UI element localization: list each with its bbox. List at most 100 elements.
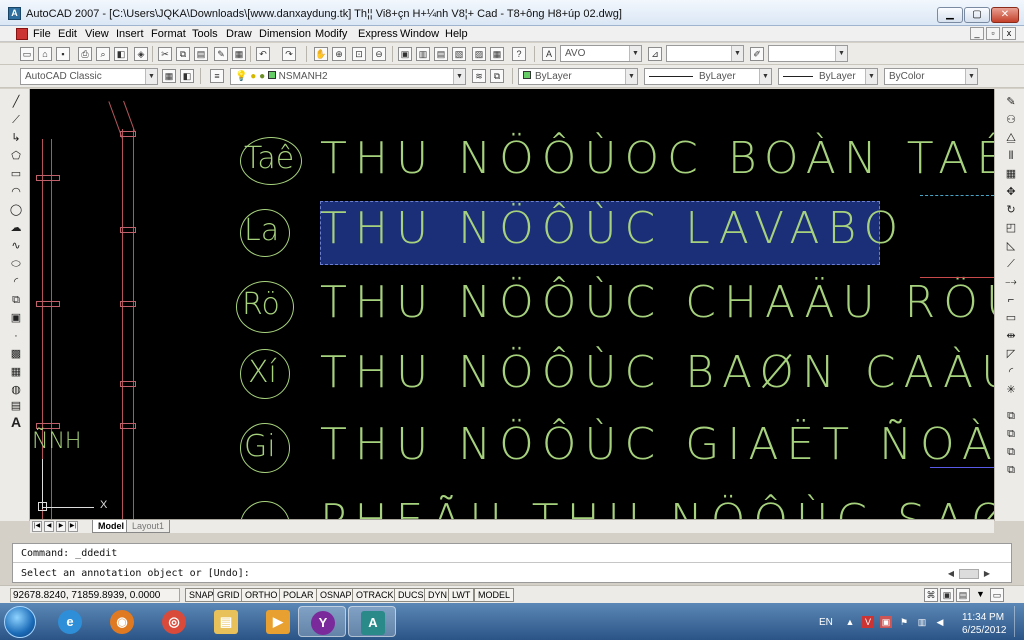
menu-window[interactable]: Window bbox=[400, 28, 439, 40]
menu-tools[interactable]: Tools bbox=[192, 28, 218, 40]
table-icon[interactable]: ▤ bbox=[9, 399, 23, 413]
revision-cloud-icon[interactable]: ☁ bbox=[9, 221, 23, 235]
plot-style-select[interactable]: ByColor ▼ bbox=[884, 68, 978, 85]
coordinates-readout[interactable]: 92678.8240, 71859.8939, 0.0000 bbox=[10, 588, 180, 602]
bring-above-icon[interactable]: ⧉ bbox=[1004, 463, 1018, 477]
dimension-style-icon[interactable]: ⊿ bbox=[648, 47, 662, 61]
next-tab-icon[interactable]: ▶ bbox=[56, 521, 66, 532]
fillet-icon[interactable]: ◜ bbox=[1004, 365, 1018, 379]
block-editor-icon[interactable]: ▦ bbox=[232, 47, 246, 61]
autocad-app-icon[interactable]: A bbox=[8, 7, 21, 20]
sheet-set-icon[interactable]: ▧ bbox=[452, 47, 466, 61]
rectangle-icon[interactable]: ▭ bbox=[9, 167, 23, 181]
dyn-toggle[interactable]: DYN bbox=[424, 588, 452, 602]
plot-icon[interactable]: ⎙ bbox=[78, 47, 92, 61]
menu-file[interactable]: File bbox=[33, 28, 51, 40]
new-icon[interactable]: ▭ bbox=[20, 47, 34, 61]
clean-screen-icon[interactable]: ▭ bbox=[990, 588, 1004, 602]
status-menu-icon[interactable]: ▼ bbox=[976, 589, 985, 599]
text-style-select[interactable]: AVO ▼ bbox=[560, 45, 642, 62]
scroll-right-icon[interactable]: ▶ bbox=[981, 568, 993, 580]
polyline-icon[interactable]: ↳ bbox=[9, 131, 23, 145]
tab-layout1[interactable]: Layout1 bbox=[126, 520, 171, 533]
layer-manager-icon[interactable]: ≡ bbox=[210, 69, 224, 83]
action-center-icon[interactable]: ⚑ bbox=[898, 616, 910, 628]
trim-icon[interactable]: ⟋ bbox=[1004, 257, 1018, 271]
rotate-icon[interactable]: ↻ bbox=[1004, 203, 1018, 217]
line-icon[interactable]: ╱ bbox=[9, 95, 23, 109]
spline-icon[interactable]: ∿ bbox=[9, 239, 23, 253]
menu-express[interactable]: Express bbox=[358, 28, 398, 40]
zoom-previous-icon[interactable]: ⊖ bbox=[372, 47, 386, 61]
polygon-icon[interactable]: ⬠ bbox=[9, 149, 23, 163]
start-button[interactable] bbox=[4, 606, 36, 638]
scale-icon[interactable]: ◰ bbox=[1004, 221, 1018, 235]
arc-icon[interactable]: ◠ bbox=[9, 185, 23, 199]
clock-time[interactable]: 11:34 PM bbox=[962, 612, 1004, 623]
bring-front-icon[interactable]: ⧉ bbox=[1004, 427, 1018, 441]
command-prompt-line[interactable]: Select an annotation object or [Undo]: bbox=[21, 568, 250, 579]
menu-draw[interactable]: Draw bbox=[226, 28, 252, 40]
stretch-icon[interactable]: ◺ bbox=[1004, 239, 1018, 253]
taskbar-yahoo-messenger[interactable]: Y bbox=[298, 606, 346, 637]
array-icon[interactable]: ▦ bbox=[1004, 167, 1018, 181]
first-tab-icon[interactable]: |◀ bbox=[32, 521, 42, 532]
explode-icon[interactable]: ✳ bbox=[1004, 383, 1018, 397]
color-select[interactable]: ByLayer ▼ bbox=[518, 68, 638, 85]
taskbar-firefox[interactable]: ◉ bbox=[98, 606, 146, 637]
doc-minimize-icon[interactable]: _ bbox=[970, 27, 984, 40]
scroll-left-icon[interactable]: ◀ bbox=[945, 568, 957, 580]
osnap-toggle[interactable]: OSNAP bbox=[316, 588, 356, 602]
communication-center-icon[interactable]: ⌘ bbox=[924, 588, 938, 602]
region-icon[interactable]: ◍ bbox=[9, 383, 23, 397]
markup-icon[interactable]: ▨ bbox=[472, 47, 486, 61]
save-icon[interactable]: ▪ bbox=[56, 47, 70, 61]
mirror-icon[interactable]: ⧋ bbox=[1004, 131, 1018, 145]
paste-icon[interactable]: ▤ bbox=[194, 47, 208, 61]
taskbar-explorer[interactable]: ▤ bbox=[202, 606, 250, 637]
ducs-toggle[interactable]: DUCS bbox=[394, 588, 428, 602]
copy-icon[interactable]: ⧉ bbox=[176, 47, 190, 61]
network-icon[interactable]: ▥ bbox=[916, 616, 928, 628]
close-icon[interactable]: ✕ bbox=[991, 7, 1019, 23]
model-toggle[interactable]: MODEL bbox=[474, 588, 515, 602]
multiline-text-icon[interactable]: A bbox=[9, 415, 23, 429]
construction-line-icon[interactable]: ⟋ bbox=[9, 113, 23, 127]
properties-icon[interactable]: ▣ bbox=[398, 47, 412, 61]
lock-icon[interactable]: ▣ bbox=[940, 588, 954, 602]
document-icon[interactable] bbox=[16, 28, 28, 40]
help-icon[interactable]: ? bbox=[512, 47, 526, 61]
make-block-icon[interactable]: ▣ bbox=[9, 311, 23, 325]
menu-modify[interactable]: Modify bbox=[315, 28, 347, 40]
tray-settings-icon[interactable]: ▤ bbox=[956, 588, 970, 602]
offset-icon[interactable]: ⫴ bbox=[1004, 149, 1018, 163]
zoom-window-icon[interactable]: ⊡ bbox=[352, 47, 366, 61]
ellipse-arc-icon[interactable]: ◜ bbox=[9, 275, 23, 289]
input-language[interactable]: EN bbox=[819, 617, 833, 628]
grid-toggle[interactable]: GRID bbox=[213, 588, 244, 602]
drawing-canvas[interactable]: ÑNH X Taê THU NÖÔÙOC BOÀN TAÉ La THU NÖÔ… bbox=[30, 89, 994, 519]
publish-icon[interactable]: ◧ bbox=[114, 47, 128, 61]
menu-help[interactable]: Help bbox=[445, 28, 468, 40]
design-center-icon[interactable]: ▥ bbox=[416, 47, 430, 61]
menu-view[interactable]: View bbox=[85, 28, 109, 40]
undo-icon[interactable]: ↶ bbox=[256, 47, 270, 61]
tray-app-icon[interactable]: ▣ bbox=[880, 616, 892, 628]
clock-date[interactable]: 6/25/2012 bbox=[962, 625, 1007, 636]
polar-toggle[interactable]: POLAR bbox=[279, 588, 318, 602]
plot-preview-icon[interactable]: ⌕ bbox=[96, 47, 110, 61]
match-properties-icon[interactable]: ✎ bbox=[214, 47, 228, 61]
insert-block-icon[interactable]: ⧉ bbox=[9, 293, 23, 307]
break-at-point-icon[interactable]: ⌐ bbox=[1004, 293, 1018, 307]
antivirus-icon[interactable]: V bbox=[862, 616, 874, 628]
taskbar-media-player[interactable]: ▶ bbox=[254, 606, 302, 637]
send-back-icon[interactable]: ⧉ bbox=[1004, 445, 1018, 459]
calculator-icon[interactable]: ▦ bbox=[490, 47, 504, 61]
doc-close-icon[interactable]: x bbox=[1002, 27, 1016, 40]
workspace-settings-icon[interactable]: ▦ bbox=[162, 69, 176, 83]
linetype-select[interactable]: ByLayer ▼ bbox=[644, 68, 772, 85]
layer-select[interactable]: 💡 ● ● NSMANH2 ▼ bbox=[230, 68, 466, 85]
3d-dwf-icon[interactable]: ◈ bbox=[134, 47, 148, 61]
open-icon[interactable]: ⌂ bbox=[38, 47, 52, 61]
cut-icon[interactable]: ✂ bbox=[158, 47, 172, 61]
